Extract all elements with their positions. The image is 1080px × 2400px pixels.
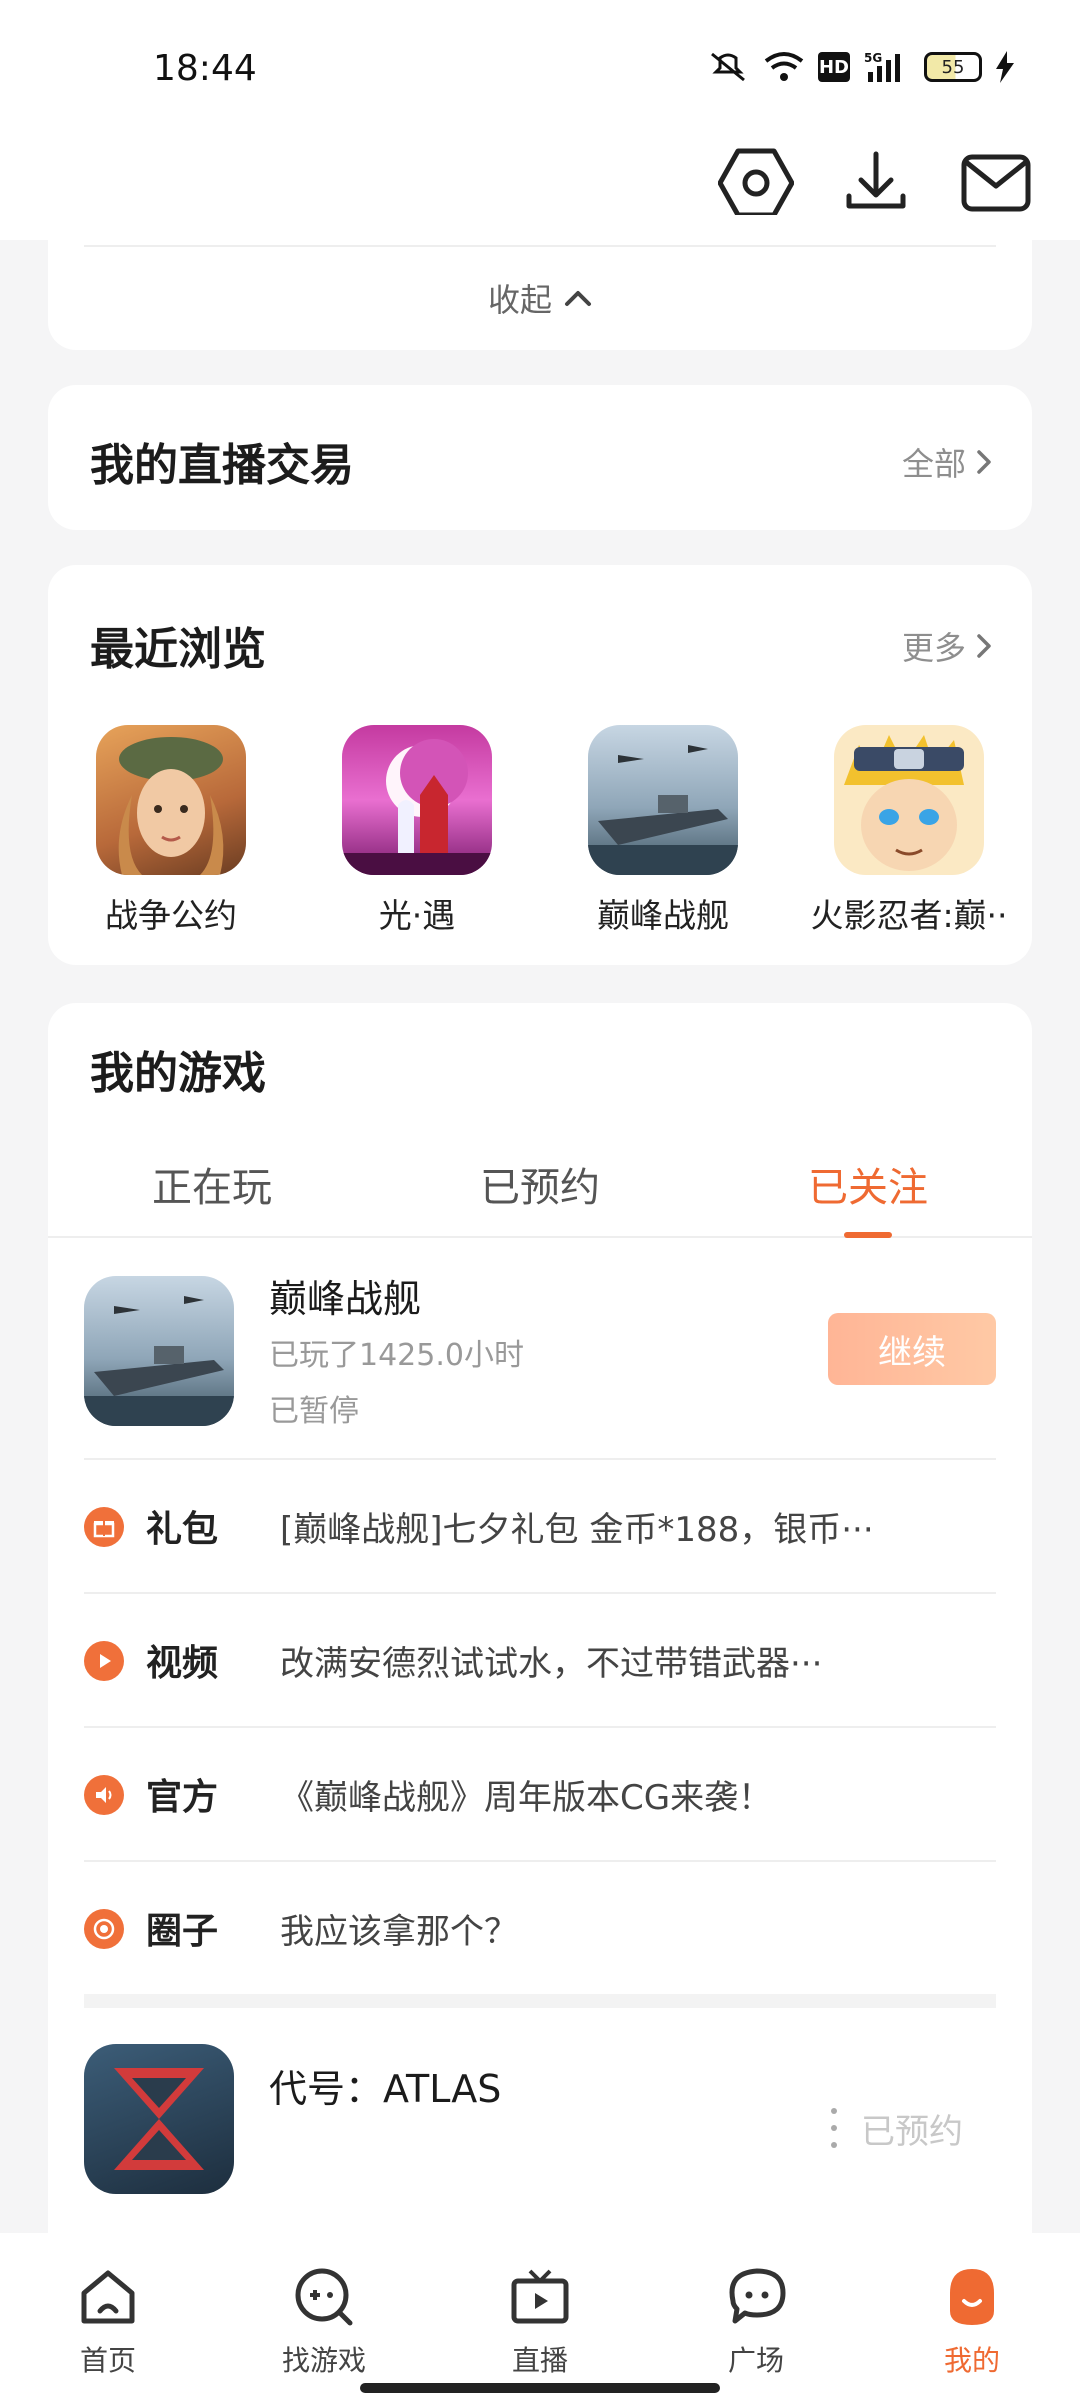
recent-browse-card: 最近浏览 更多 战争公约 光·遇 巅峰战舰 火影忍者:巅·· bbox=[48, 565, 1032, 965]
recent-item[interactable]: 火影忍者:巅·· bbox=[786, 725, 1032, 937]
game-icon-atlas bbox=[84, 2044, 234, 2194]
my-games-tabs: 正在玩 已预约 已关注 bbox=[48, 1143, 1032, 1238]
info-row-official[interactable]: 官方 《巅峰战舰》周年版本CG来袭！ bbox=[84, 1726, 996, 1860]
game-name: 巅峰战舰 bbox=[269, 1277, 422, 1321]
recent-item-name: 巅峰战舰 bbox=[597, 896, 729, 935]
status-icons: HD 5G 55 bbox=[706, 50, 1014, 84]
info-label: 官方 bbox=[146, 1777, 219, 1818]
info-text: 《巅峰战舰》周年版本CG来袭！ bbox=[280, 1778, 773, 1818]
nav-label: 找游戏 bbox=[281, 2344, 366, 2377]
collapse-section: 收起 bbox=[48, 215, 1032, 350]
speaker-icon bbox=[84, 1775, 124, 1815]
recent-item-name: 光·遇 bbox=[378, 896, 456, 935]
nav-square[interactable]: 广场 bbox=[648, 2233, 864, 2400]
info-text: [巅峰战舰]七夕礼包 金币*188，银币··· bbox=[280, 1510, 874, 1550]
hd-badge: HD bbox=[818, 52, 850, 82]
network-label: 5G bbox=[864, 51, 882, 65]
recent-item-name: 战争公约 bbox=[105, 896, 237, 935]
info-label: 礼包 bbox=[146, 1509, 219, 1550]
info-label: 视频 bbox=[146, 1643, 219, 1684]
nav-label: 直播 bbox=[511, 2344, 568, 2377]
game-icon-peak-warship bbox=[84, 1276, 234, 1426]
game-icon-war-pact bbox=[96, 725, 246, 875]
info-label: 圈子 bbox=[146, 1911, 219, 1952]
info-row-video[interactable]: 视频 改满安德烈试试水，不过带错武器··· bbox=[84, 1592, 996, 1726]
nav-label: 我的 bbox=[943, 2344, 1000, 2377]
tab-playing[interactable]: 正在玩 bbox=[48, 1143, 376, 1236]
recent-item[interactable]: 光·遇 bbox=[294, 725, 540, 937]
section-separator bbox=[84, 1994, 996, 2008]
collapse-label: 收起 bbox=[487, 281, 552, 319]
divider bbox=[84, 245, 996, 247]
recent-item[interactable]: 巅峰战舰 bbox=[540, 725, 786, 937]
home-indicator[interactable] bbox=[360, 2383, 720, 2393]
battery-indicator: 55 bbox=[924, 52, 982, 82]
reserved-status-button[interactable]: 已预约 bbox=[828, 2092, 996, 2164]
chat-bubble-icon bbox=[722, 2263, 790, 2331]
recent-more-link[interactable]: 更多 bbox=[902, 623, 992, 669]
info-text: 改满安德烈试试水，不过带错武器··· bbox=[280, 1644, 823, 1684]
all-label: 全部 bbox=[901, 445, 966, 483]
charging-icon bbox=[996, 50, 1014, 84]
wifi-icon bbox=[764, 50, 804, 84]
mute-icon bbox=[706, 50, 750, 84]
info-text: 我应该拿那个？ bbox=[280, 1912, 518, 1952]
recent-title: 最近浏览 bbox=[90, 624, 266, 675]
live-trade-title: 我的直播交易 bbox=[90, 440, 354, 491]
settings-hex-icon[interactable] bbox=[718, 145, 794, 221]
nav-home[interactable]: 首页 bbox=[0, 2233, 216, 2400]
bottom-nav: 首页 找游戏 直播 广场 我的 bbox=[0, 2233, 1080, 2400]
download-icon[interactable] bbox=[838, 145, 914, 221]
chevron-right-icon bbox=[977, 450, 991, 474]
profile-icon bbox=[938, 2263, 1006, 2331]
game-icon-peak-warship bbox=[588, 725, 738, 875]
play-icon bbox=[84, 1641, 124, 1681]
recent-list: 战争公约 光·遇 巅峰战舰 火影忍者:巅·· bbox=[48, 725, 1032, 937]
my-games-card: 我的游戏 正在玩 已预约 已关注 巅峰战舰 已玩了1425.0小时 已暂停 继续… bbox=[48, 1003, 1032, 2333]
nav-find-games[interactable]: 找游戏 bbox=[216, 2233, 432, 2400]
my-games-title: 我的游戏 bbox=[90, 1048, 266, 1099]
tab-reserved[interactable]: 已预约 bbox=[376, 1143, 704, 1236]
nav-label: 首页 bbox=[79, 2344, 136, 2377]
chevron-up-icon bbox=[565, 291, 591, 306]
tab-followed[interactable]: 已关注 bbox=[704, 1143, 1032, 1238]
recent-item[interactable]: 战争公约 bbox=[48, 725, 294, 937]
game-icon-sky bbox=[342, 725, 492, 875]
gift-icon bbox=[84, 1507, 124, 1547]
status-time: 18:44 bbox=[153, 48, 257, 89]
nav-live[interactable]: 直播 bbox=[432, 2233, 648, 2400]
more-label: 更多 bbox=[901, 629, 966, 667]
home-icon bbox=[74, 2263, 142, 2331]
live-trade-all-link[interactable]: 全部 bbox=[902, 439, 992, 485]
game-status: 已暂停 bbox=[269, 1394, 359, 1429]
gamepad-search-icon bbox=[290, 2263, 358, 2331]
game-row[interactable]: 巅峰战舰 已玩了1425.0小时 已暂停 继续 bbox=[84, 1268, 996, 1458]
live-trade-card[interactable]: 我的直播交易 全部 bbox=[48, 385, 1032, 530]
continue-button[interactable]: 继续 bbox=[828, 1313, 996, 1385]
game-row[interactable]: 代号：ATLAS 已预约 bbox=[84, 2028, 996, 2218]
target-icon bbox=[84, 1909, 124, 1949]
recent-item-name: 火影忍者:巅·· bbox=[810, 896, 1008, 935]
mail-icon[interactable] bbox=[958, 145, 1034, 221]
game-icon-naruto bbox=[834, 725, 984, 875]
status-bar: 18:44 HD 5G 55 bbox=[0, 0, 1080, 125]
play-time: 已玩了1425.0小时 bbox=[269, 1338, 524, 1373]
nav-label: 广场 bbox=[727, 2344, 784, 2377]
tv-icon bbox=[506, 2263, 574, 2331]
info-row-gift[interactable]: 礼包 [巅峰战舰]七夕礼包 金币*188，银币··· bbox=[84, 1458, 996, 1592]
game-name: 代号：ATLAS bbox=[269, 2067, 502, 2111]
signal-icon: 5G bbox=[864, 50, 910, 84]
nav-mine[interactable]: 我的 bbox=[864, 2233, 1080, 2400]
info-row-circle[interactable]: 圈子 我应该拿那个？ bbox=[84, 1860, 996, 1994]
collapse-button[interactable]: 收起 bbox=[48, 275, 1032, 321]
chevron-right-icon bbox=[977, 634, 991, 658]
